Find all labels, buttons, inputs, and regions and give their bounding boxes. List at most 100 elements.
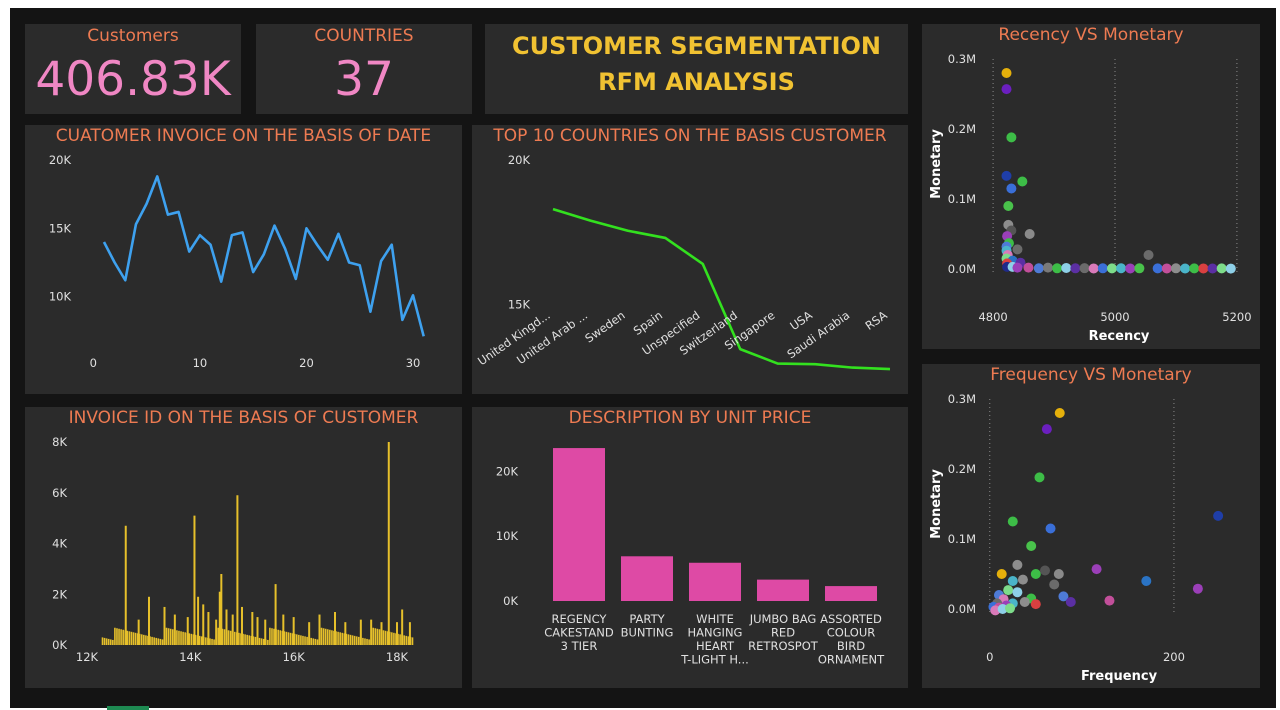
y-tick-label: 0.1M [948, 532, 976, 546]
data-point [1024, 229, 1035, 239]
data-point [1007, 576, 1018, 586]
x-tick-label: 20 [299, 356, 314, 370]
data-point [1216, 263, 1227, 274]
recency-monetary-chart[interactable]: 0.0M 0.1M 0.2M 0.3M 4800 5000 5200 Monetary Rece… [922, 24, 1260, 349]
data-point [1065, 597, 1076, 607]
data-point [1005, 603, 1016, 614]
data-point [1006, 132, 1017, 143]
x-tick-label: ASSORTED [820, 612, 882, 626]
x-tick-label: 5000 [1100, 310, 1129, 324]
x-tick-label: 10 [193, 356, 208, 370]
data-point [1225, 263, 1236, 274]
data-point [1012, 559, 1023, 570]
frequency-monetary-chart[interactable]: 0.0M 0.1M 0.2M 0.3M 0 200 Monetary Frequency [922, 364, 1260, 688]
data-point [1207, 263, 1218, 274]
y-tick-label: 10K [49, 290, 72, 304]
data-point [1053, 569, 1064, 579]
data-point [1033, 263, 1044, 274]
page-tab-indicator [107, 706, 149, 710]
countries-value: 37 [334, 52, 394, 107]
data-point [1001, 170, 1012, 181]
x-tick-label: JUMBO BAG [749, 612, 817, 626]
recency-monetary-panel[interactable]: Recency VS Monetary 0.0M 0.1M 0.2M 0.3M 4800… [922, 24, 1260, 349]
invoice-date-panel[interactable]: CUATOMER INVOICE ON THE BASIS OF DATE 10… [25, 125, 462, 394]
x-tick-label: RETROSPOT [748, 639, 819, 653]
data-point [1045, 523, 1056, 534]
data-point [1061, 262, 1072, 273]
data-point [1049, 579, 1060, 590]
top-countries-chart[interactable]: 15K20KUnited Kingd...United Arab ...Swed… [472, 125, 908, 394]
customers-card: Customers 406.83K [25, 24, 241, 114]
data-point [1088, 263, 1099, 274]
data-point [1091, 564, 1102, 575]
x-tick-label: 14K [179, 650, 202, 664]
data-point [1034, 472, 1045, 483]
series-line [552, 207, 891, 371]
data-point [1030, 599, 1041, 610]
x-tick-label: 30 [406, 356, 421, 370]
y-tick-label: 0.3M [948, 52, 976, 66]
data-point [1017, 176, 1028, 187]
x-tick-label: USA [787, 308, 815, 333]
bar [825, 586, 877, 601]
y-tick-label: 2K [52, 587, 67, 601]
data-point [1030, 569, 1041, 579]
dashboard-title: CUSTOMER SEGMENTATION [511, 32, 882, 60]
data-point [1104, 595, 1115, 606]
top-countries-panel[interactable]: TOP 10 COUNTRIES ON THE BASIS CUSTOMER 1… [472, 125, 908, 394]
y-tick-label: 10K [496, 529, 519, 543]
y-tick-label: 0K [52, 638, 67, 652]
x-axis-title: Recency [1089, 329, 1150, 344]
data-point [1170, 263, 1181, 274]
x-tick-label: 3 TIER [561, 639, 598, 653]
x-tick-label: Sweden [582, 308, 627, 346]
x-tick-label: 200 [1163, 650, 1185, 664]
data-point [1003, 201, 1014, 211]
data-point [1052, 263, 1063, 274]
header-card: CUSTOMER SEGMENTATION RFM ANALYSIS [485, 24, 908, 114]
invoice-customer-panel[interactable]: INVOICE ID ON THE BASIS OF CUSTOMER 0K 2K… [25, 407, 462, 688]
countries-card: COUNTRIES 37 [256, 24, 472, 114]
data-point [1012, 244, 1023, 255]
invoice-date-chart[interactable]: 10K 15K 20K 0 10 20 30 [25, 125, 462, 394]
data-point [1042, 262, 1053, 273]
unit-price-panel[interactable]: DESCRIPTION BY UNIT PRICE 0K 10K 20K REGENC… [472, 407, 908, 688]
y-tick-label: 0.2M [948, 122, 976, 136]
data-point [1134, 263, 1145, 274]
x-tick-label: RED [771, 626, 795, 640]
data-point [1012, 587, 1023, 598]
unit-price-chart[interactable]: 0K 10K 20K REGENCYCAKESTAND3 TIER PARTYBUNTI… [472, 407, 908, 688]
y-tick-label: 20K [49, 153, 72, 167]
y-axis-title: Monetary [929, 469, 944, 539]
y-tick-label: 0.3M [948, 392, 976, 406]
x-tick-label: CAKESTAND [544, 626, 614, 640]
bar [757, 579, 809, 601]
data-point [1054, 408, 1065, 418]
y-tick-label: 6K [52, 486, 67, 500]
x-tick-label: 18K [386, 650, 409, 664]
y-tick-label: 0K [503, 594, 518, 608]
data-point [1213, 510, 1224, 521]
x-tick-label: 5200 [1222, 310, 1251, 324]
data-point [996, 569, 1007, 579]
data-point [1143, 250, 1154, 260]
x-tick-label: WHITE [696, 612, 734, 626]
data-point [1141, 576, 1152, 586]
data-point [1116, 263, 1127, 274]
customers-label: Customers [87, 26, 179, 46]
x-tick-label: HANGING [688, 626, 743, 640]
data-point [1006, 183, 1017, 194]
frequency-monetary-panel[interactable]: Frequency VS Monetary 0.0M 0.1M 0.2M 0.3M 0 2… [922, 364, 1260, 688]
data-point [1079, 263, 1090, 274]
x-tick-label: PARTY [629, 612, 665, 626]
x-tick-label: 16K [283, 650, 306, 664]
x-tick-label: 0 [986, 650, 993, 664]
y-tick-label: 0.0M [948, 602, 976, 616]
invoice-customer-chart[interactable]: 0K 2K 4K 6K 8K 12K 14K 16K 18K [25, 407, 462, 688]
y-axis-title: Monetary [929, 129, 944, 199]
data-point [1001, 68, 1012, 78]
x-tick-label: BUNTING [621, 626, 674, 640]
bar [621, 556, 673, 601]
y-tick-label: 0.1M [948, 192, 976, 206]
y-tick-label: 0.0M [948, 262, 976, 276]
